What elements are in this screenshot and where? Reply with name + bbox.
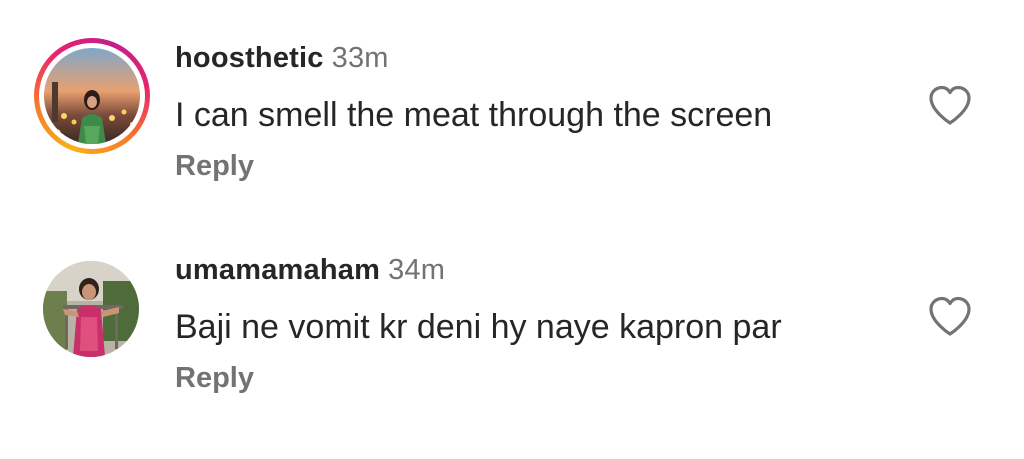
username[interactable]: umamamaham 34m <box>175 254 445 287</box>
timestamp: 33m <box>331 42 389 74</box>
comment-text: Baji ne vomit kr deni hy naye kapron par <box>175 308 782 346</box>
heart-outline-icon <box>929 296 971 336</box>
timestamp: 34m <box>388 254 446 286</box>
comment-item: hoosthetic 33m I can smell the meat throu… <box>0 0 1024 190</box>
username[interactable]: hoosthetic 33m <box>175 42 389 75</box>
reply-button[interactable]: Reply <box>175 362 254 395</box>
comment-text: I can smell the meat through the screen <box>175 96 773 134</box>
comment-item: umamamaham 34m Baji ne vomit kr deni hy n… <box>0 212 1024 402</box>
username-text[interactable]: hoosthetic <box>175 42 324 74</box>
username-text[interactable]: umamamaham <box>175 254 380 286</box>
heart-outline-icon <box>929 85 971 125</box>
avatar[interactable] <box>44 48 140 144</box>
reply-button[interactable]: Reply <box>175 150 254 183</box>
like-button[interactable] <box>927 295 973 337</box>
like-button[interactable] <box>927 84 973 126</box>
avatar[interactable] <box>43 261 139 357</box>
